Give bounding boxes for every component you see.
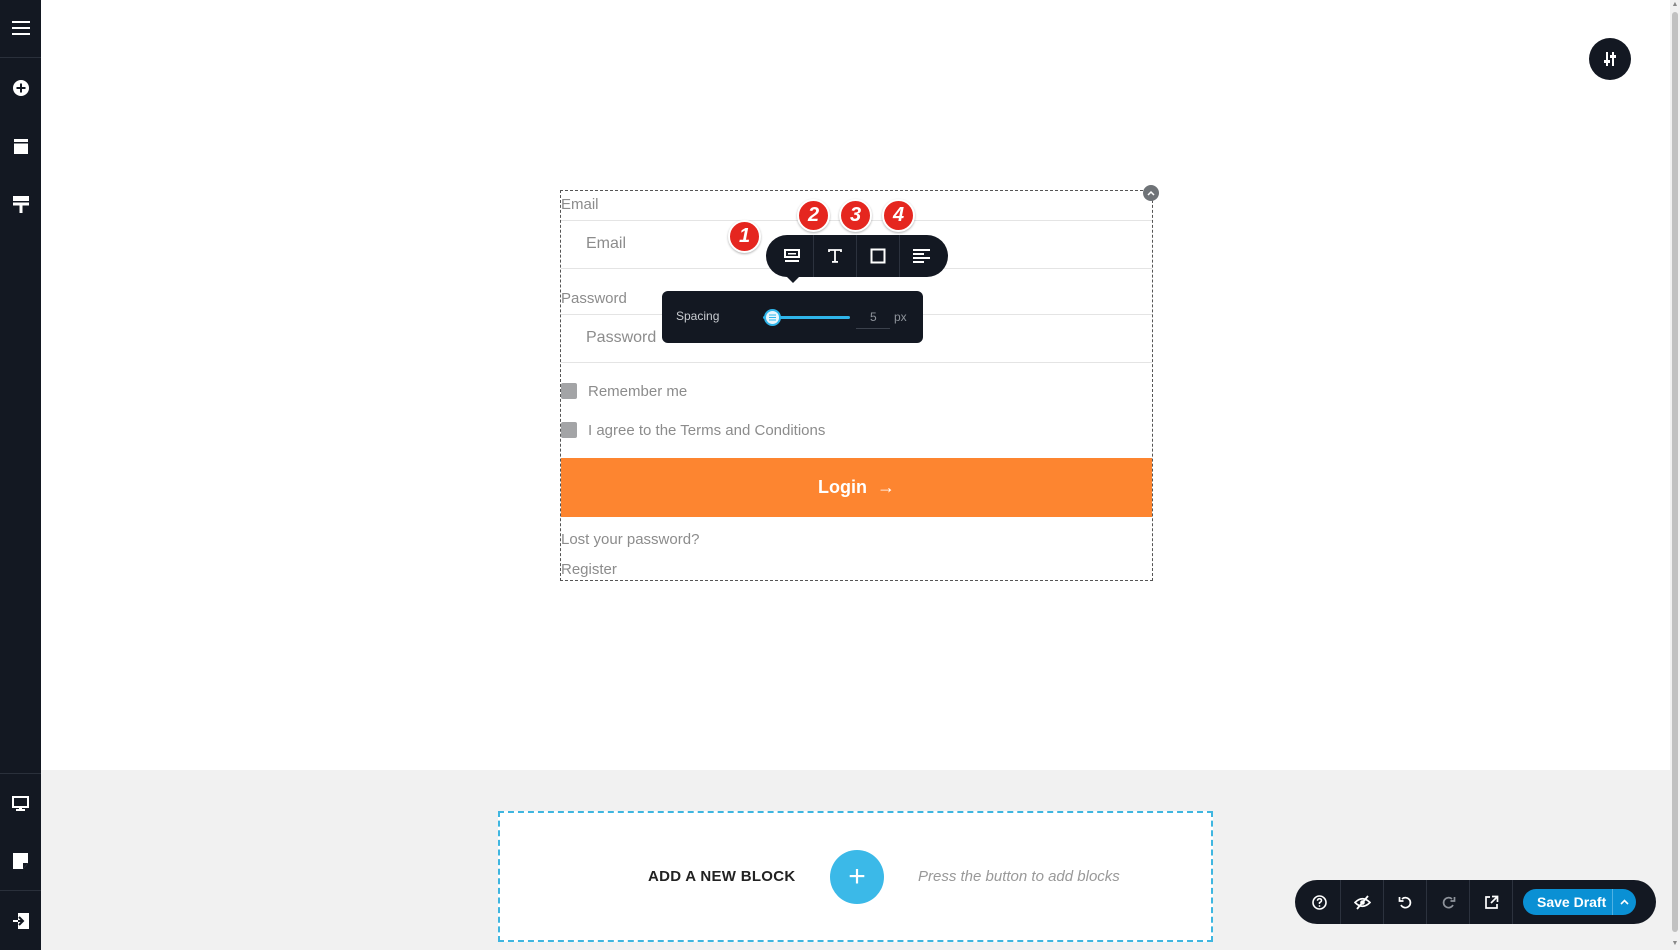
- sidebar-divider: [0, 773, 41, 774]
- sliders-icon: [1604, 52, 1616, 66]
- save-draft-button[interactable]: Save Draft: [1523, 889, 1613, 915]
- toolbar-pointer: [787, 277, 799, 283]
- help-button[interactable]: [1298, 880, 1341, 924]
- spacing-unit: px: [894, 310, 907, 324]
- spacing-popover: Spacing 5 px: [662, 291, 923, 343]
- desktop-icon[interactable]: [0, 775, 41, 831]
- align-button[interactable]: [900, 235, 943, 277]
- remember-me-label: Remember me: [588, 382, 688, 400]
- border-icon: [870, 248, 886, 264]
- typography-button[interactable]: [814, 235, 857, 277]
- border-button[interactable]: [857, 235, 900, 277]
- scroll-up-icon[interactable]: ▲: [1671, 1, 1679, 9]
- page-icon[interactable]: [0, 833, 41, 889]
- annotation-badge-3: 3: [839, 199, 872, 232]
- register-link[interactable]: Register: [561, 561, 617, 578]
- add-circle-icon[interactable]: [0, 60, 41, 116]
- save-draft-group: Save Draft: [1523, 889, 1637, 915]
- terms-label: I agree to the Terms and Conditions: [588, 421, 826, 439]
- align-icon: [913, 249, 930, 263]
- email-label: Email: [561, 196, 599, 213]
- redo-icon: [1442, 896, 1455, 908]
- block-collapse-icon[interactable]: [1143, 185, 1159, 201]
- settings-sliders-button[interactable]: [1589, 38, 1631, 80]
- remember-me-row[interactable]: Remember me: [561, 382, 687, 400]
- undo-icon: [1398, 896, 1411, 908]
- add-block-title: ADD A NEW BLOCK: [648, 868, 796, 885]
- paint-roller-icon[interactable]: [0, 176, 41, 232]
- redo-button[interactable]: [1427, 880, 1470, 924]
- annotation-badge-2: 2: [797, 199, 830, 232]
- chevron-up-icon: [1620, 899, 1629, 905]
- preview-button[interactable]: [1470, 880, 1513, 924]
- left-sidebar: [0, 0, 41, 950]
- terms-checkbox[interactable]: [561, 422, 577, 438]
- password-placeholder: Password: [586, 329, 657, 346]
- password-label: Password: [561, 290, 627, 307]
- email-placeholder: Email: [586, 235, 627, 252]
- sidebar-divider: [0, 890, 41, 891]
- add-block-hint: Press the button to add blocks: [918, 868, 1120, 885]
- save-options-button[interactable]: [1612, 889, 1637, 915]
- layout-icon[interactable]: [0, 118, 41, 174]
- scroll-down-icon[interactable]: ▼: [1671, 940, 1679, 948]
- spacing-button[interactable]: [771, 235, 814, 277]
- hide-button[interactable]: [1341, 880, 1384, 924]
- typography-icon: [828, 249, 842, 263]
- page-scrollbar[interactable]: ▲ ▼: [1670, 0, 1680, 950]
- login-button-label: Login: [818, 477, 867, 497]
- lost-password-link[interactable]: Lost your password?: [561, 531, 699, 548]
- terms-row[interactable]: I agree to the Terms and Conditions: [561, 421, 825, 439]
- scroll-thumb[interactable]: [1672, 12, 1678, 932]
- remember-me-checkbox[interactable]: [561, 383, 577, 399]
- annotation-badge-4: 4: [882, 199, 915, 232]
- arrow-right-icon: →: [876, 477, 895, 497]
- spacing-label: Spacing: [676, 309, 720, 323]
- hide-icon: [1353, 894, 1371, 910]
- help-icon: [1311, 894, 1327, 910]
- spacing-slider-handle[interactable]: [764, 309, 782, 326]
- block-style-toolbar: [766, 235, 948, 277]
- login-button[interactable]: Login →: [561, 458, 1152, 517]
- spacing-icon: [784, 249, 800, 262]
- sidebar-divider: [0, 57, 41, 58]
- preview-icon: [1484, 895, 1498, 909]
- editor-action-bar: Save Draft: [1295, 880, 1656, 924]
- spacing-value-input[interactable]: 5: [856, 303, 890, 329]
- exit-icon[interactable]: [0, 893, 41, 949]
- add-block-button[interactable]: +: [830, 850, 884, 904]
- annotation-badge-1: 1: [728, 220, 761, 253]
- menu-icon[interactable]: [0, 0, 41, 56]
- undo-button[interactable]: [1384, 880, 1427, 924]
